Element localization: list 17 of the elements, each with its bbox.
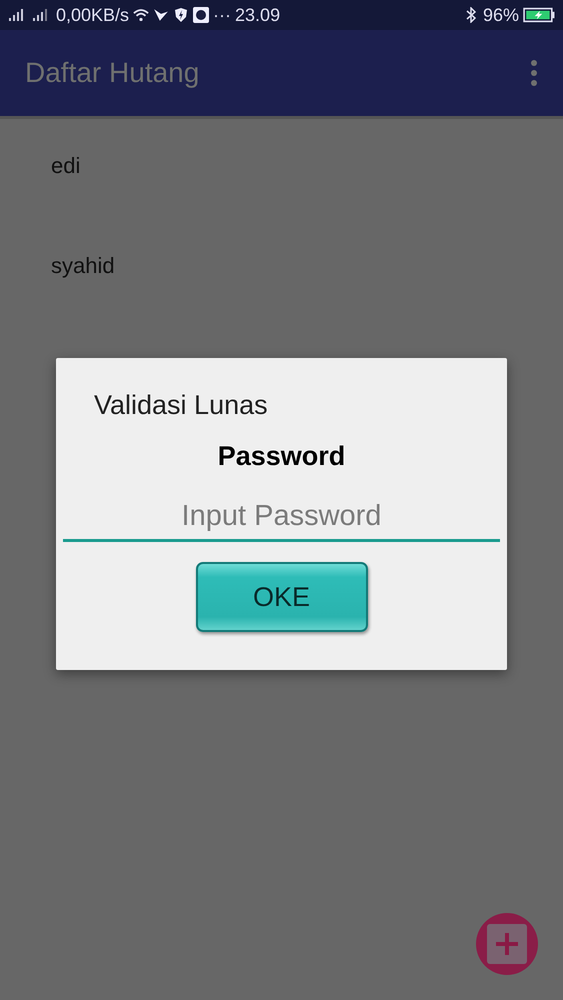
network-speed: 0,00KB/s (56, 4, 130, 26)
oke-button[interactable]: OKE (196, 562, 368, 632)
battery-icon (523, 7, 555, 23)
app-icon (193, 7, 210, 23)
plus-icon (487, 924, 527, 964)
overflow-menu-icon[interactable] (530, 59, 538, 87)
shield-icon (173, 7, 190, 23)
dialog-title: Validasi Lunas (93, 390, 269, 421)
list-item[interactable]: syahid (51, 253, 115, 278)
battery-percent: 96% (482, 4, 519, 26)
clock: 23.09 (235, 4, 280, 26)
app-title: Daftar Hutang (25, 57, 200, 89)
wifi-icon (133, 7, 150, 23)
list-item[interactable]: edi (51, 153, 80, 178)
password-label: Password (218, 441, 346, 471)
password-field[interactable]: Input Password (63, 498, 500, 542)
more-notifications: ··· (213, 4, 232, 26)
